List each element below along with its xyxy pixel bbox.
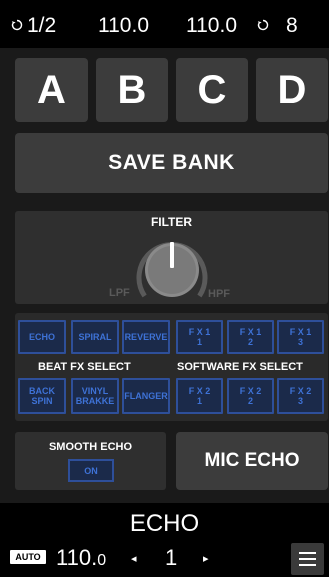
software-fx-2-3-button[interactable]: F X 2 3 (277, 378, 324, 414)
filter-title: FILTER (150, 215, 193, 229)
software-fx-2-1-button[interactable]: F X 2 1 (176, 378, 223, 414)
fx-bpm-integer: 110. (56, 545, 98, 570)
bank-b-button[interactable]: B (96, 58, 168, 122)
software-fx-1-2-button[interactable]: F X 1 2 (227, 320, 274, 354)
auto-bpm-button[interactable]: AUTO (10, 550, 46, 564)
beat-increase-button[interactable]: ▸ (203, 552, 209, 565)
bank-d-button[interactable]: D (256, 58, 328, 122)
lpf-label: LPF (109, 287, 130, 299)
left-deck-bpm: 110.0 (98, 14, 149, 37)
beat-value: 1 (165, 545, 178, 570)
status-bar: 1/2 110.0 110.0 8 (0, 0, 329, 48)
beat-fx-vinyl-brake-button[interactable]: VINYL BRAKKE (71, 378, 119, 414)
hpf-label: HPF (208, 288, 230, 300)
right-deck-bpm: 110.0 (186, 14, 237, 37)
software-fx-1-3-button[interactable]: F X 1 3 (277, 320, 324, 354)
bottom-bar: ECHO AUTO 110.0 ◂ 1 ▸ (0, 503, 329, 577)
beat-fx-select-label: BEAT FX SELECT (38, 361, 131, 373)
current-fx-name: ECHO (129, 510, 200, 537)
filter-knob[interactable] (128, 228, 216, 304)
menu-icon (299, 552, 316, 554)
bank-a-button[interactable]: A (15, 58, 88, 122)
left-loop-length: 1/2 (27, 14, 57, 37)
save-bank-button[interactable]: SAVE BANK (15, 133, 328, 193)
right-loop-length: 8 (286, 14, 298, 37)
smooth-echo-title: SMOOTH ECHO (48, 441, 133, 453)
fx-select-section: ECHO SPIRAL REVERVE F X 1 1 F X 1 2 F X … (15, 313, 328, 421)
software-fx-2-2-button[interactable]: F X 2 2 (227, 378, 274, 414)
smooth-echo-section: SMOOTH ECHO ON (15, 432, 166, 490)
software-fx-1-1-button[interactable]: F X 1 1 (176, 320, 223, 354)
fx-bpm-readout: 110.0 (56, 545, 106, 571)
beat-fx-echo-button[interactable]: ECHO (18, 320, 66, 354)
menu-button[interactable] (291, 543, 324, 575)
beat-fx-back-spin-button[interactable]: BACK SPIN (18, 378, 66, 414)
filter-section: FILTER LPF HPF (15, 211, 328, 304)
fx-bpm-decimal: 0 (97, 552, 107, 569)
beat-fx-spiral-button[interactable]: SPIRAL (71, 320, 119, 354)
loop-icon (257, 19, 269, 31)
beat-decrease-button[interactable]: ◂ (131, 552, 137, 565)
mic-echo-button[interactable]: MIC ECHO (176, 432, 328, 490)
bank-c-button[interactable]: C (176, 58, 248, 122)
loop-icon (11, 19, 23, 31)
smooth-echo-toggle[interactable]: ON (68, 459, 114, 482)
beat-fx-flanger-button[interactable]: FLANGER (122, 378, 170, 414)
software-fx-select-label: SOFTWARE FX SELECT (177, 361, 303, 373)
beat-fx-reverb-button[interactable]: REVERVE (122, 320, 170, 354)
